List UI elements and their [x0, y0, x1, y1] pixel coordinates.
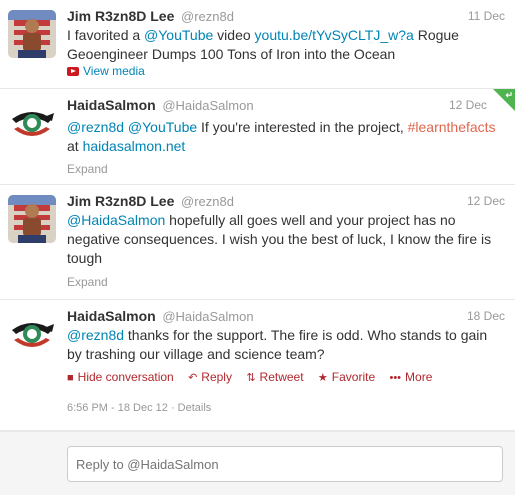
tweet-text: @rezn8d thanks for the support. The fire… [67, 326, 503, 364]
retweet-icon: ⇅ [246, 372, 256, 384]
text-segment: video [213, 27, 255, 43]
author-name[interactable]: HaidaSalmon [67, 97, 156, 113]
more-label: More [405, 370, 433, 384]
tweet-text: @HaidaSalmon hopefully all goes well and… [67, 211, 503, 268]
tweet-item[interactable]: Jim R3zn8D Lee @rezn8d 12 Dec @HaidaSalm… [0, 185, 515, 300]
author-name[interactable]: Jim R3zn8D Lee [67, 193, 174, 209]
tweet-text: I favorited a @YouTube video youtu.be/tY… [67, 26, 503, 64]
text-segment: thanks for the support. The fire is odd.… [67, 327, 488, 362]
reply-area [0, 431, 515, 495]
follow-check-icon: ↵ [505, 90, 513, 100]
more-button[interactable]: ••• More [389, 370, 432, 384]
author-name[interactable]: Jim R3zn8D Lee [67, 8, 174, 24]
view-media-button[interactable]: View media [67, 64, 145, 78]
author-handle[interactable]: @HaidaSalmon [162, 98, 253, 113]
author-handle[interactable]: @rezn8d [181, 194, 234, 209]
text-segment: at [67, 138, 83, 154]
tweet-date[interactable]: 18 Dec [467, 309, 505, 323]
avatar[interactable] [8, 195, 56, 243]
dots-icon: ••• [389, 372, 402, 384]
favorite-button[interactable]: ★ Favorite [318, 370, 375, 384]
tweet-item[interactable]: Jim R3zn8D Lee @rezn8d 11 Dec I favorite… [0, 0, 515, 89]
tweet-date[interactable]: 11 Dec [468, 9, 505, 23]
avatar[interactable] [8, 310, 56, 358]
avatar[interactable] [8, 99, 56, 147]
retweet-label: Retweet [259, 370, 304, 384]
tweet-item[interactable]: ↵ HaidaSalmon @HaidaSalmon 12 Dec @rezn8… [0, 89, 515, 185]
reply-input[interactable] [67, 446, 503, 482]
speech-bubble-icon: ■ [67, 372, 74, 384]
text-segment: I favorited a [67, 27, 145, 43]
tweet-date[interactable]: 12 Dec [449, 98, 487, 112]
tweet-timestamp-details[interactable]: 6:56 PM - 18 Dec 12 · Details [67, 402, 211, 414]
reply-label: Reply [201, 370, 232, 384]
author-name[interactable]: HaidaSalmon [67, 308, 156, 324]
hide-conversation-label: Hide conversation [77, 370, 174, 384]
url-link[interactable]: haidasalmon.net [83, 138, 186, 154]
mention-link[interactable]: @YouTube [144, 27, 213, 43]
reply-button[interactable]: ↶ Reply [188, 370, 232, 384]
youtube-icon [67, 67, 79, 76]
retweet-button[interactable]: ⇅ Retweet [246, 370, 303, 384]
hide-conversation-button[interactable]: ■ Hide conversation [67, 370, 174, 384]
reply-arrow-icon: ↶ [188, 372, 198, 384]
tweet-date[interactable]: 12 Dec [467, 194, 505, 208]
mention-link[interactable]: @rezn8d [67, 119, 124, 135]
mention-link[interactable]: @rezn8d [67, 327, 124, 343]
tweet-item-expanded[interactable]: HaidaSalmon @HaidaSalmon 18 Dec @rezn8d … [0, 300, 515, 431]
avatar[interactable] [8, 10, 56, 58]
author-handle[interactable]: @HaidaSalmon [162, 309, 253, 324]
view-media-label: View media [83, 64, 145, 78]
text-segment: If you're interested in the project, [197, 119, 408, 135]
mention-link[interactable]: @YouTube [128, 119, 197, 135]
mention-link[interactable]: @HaidaSalmon [67, 212, 165, 228]
url-link[interactable]: youtu.be/tYvSyCLTJ_w?a [255, 27, 414, 43]
expand-button[interactable]: Expand [67, 162, 108, 176]
tweet-text: @rezn8d @YouTube If you're interested in… [67, 118, 503, 156]
hashtag-link[interactable]: #learnthefacts [408, 119, 496, 135]
tweet-actions: ■ Hide conversation ↶ Reply ⇅ Retweet ★ Favo… [67, 370, 443, 384]
star-icon: ★ [317, 372, 328, 384]
expand-button[interactable]: Expand [67, 275, 108, 289]
author-handle[interactable]: @rezn8d [181, 9, 234, 24]
favorite-label: Favorite [331, 370, 376, 384]
